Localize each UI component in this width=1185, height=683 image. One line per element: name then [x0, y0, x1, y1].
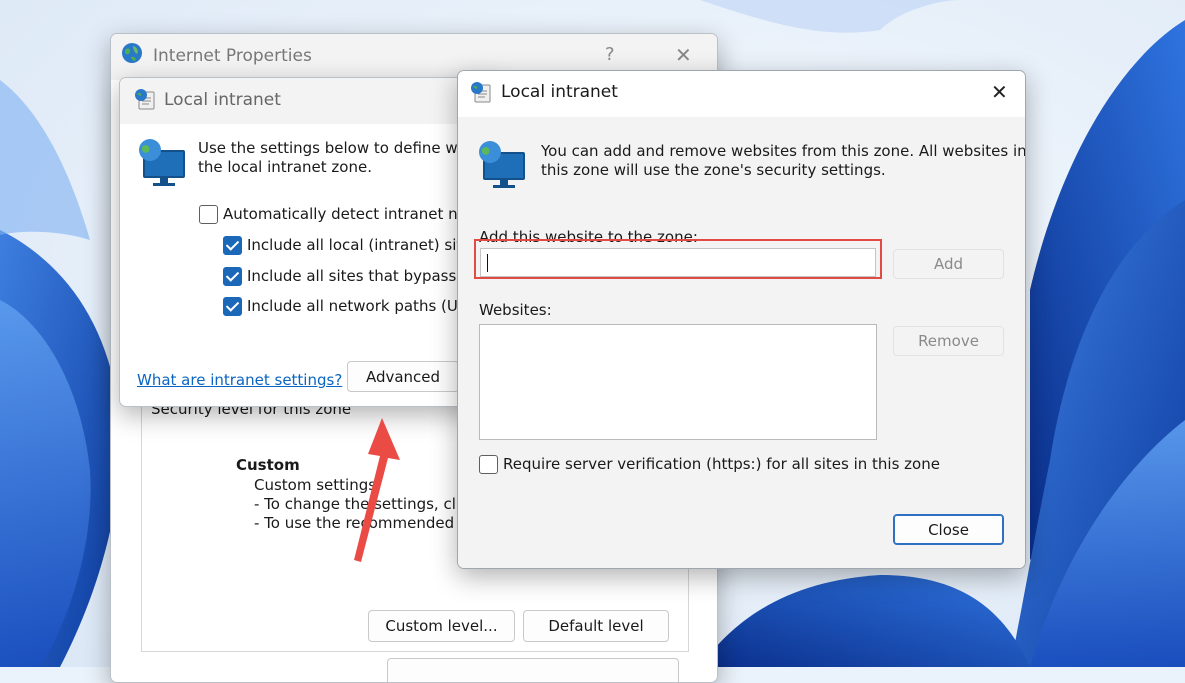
require-https-label: Require server verification (https:) for…	[503, 455, 940, 473]
advanced-button[interactable]: Advanced	[347, 361, 459, 392]
include-bypass-sites-checkbox[interactable]	[223, 267, 242, 286]
internet-properties-title: Internet Properties	[153, 46, 312, 66]
help-button[interactable]: ?	[605, 44, 615, 65]
sites-desc-line2: this zone will use the zone's security s…	[541, 161, 886, 179]
sites-dialog-title: Local intranet	[501, 82, 618, 102]
security-level-name: Custom	[236, 456, 300, 474]
local-intranet-sites-dialog: Local intranet ✕ You can add and remove …	[457, 70, 1026, 569]
include-network-paths-checkbox[interactable]	[223, 297, 242, 316]
close-icon[interactable]: ✕	[675, 43, 692, 67]
intranet-help-link[interactable]: What are intranet settings?	[137, 371, 342, 389]
sites-dialog-close-icon[interactable]: ✕	[991, 80, 1008, 104]
globe-monitor-icon	[479, 141, 525, 188]
include-network-paths-label: Include all network paths (UN	[247, 297, 470, 315]
highlight-box	[474, 239, 882, 279]
auto-detect-checkbox[interactable]	[199, 205, 218, 224]
default-level-button[interactable]: Default level	[523, 610, 669, 642]
intranet-desc-line1: Use the settings below to define whic	[198, 139, 480, 157]
auto-detect-label: Automatically detect intranet netw	[223, 205, 486, 223]
include-local-sites-label: Include all local (intranet) sites	[247, 236, 480, 254]
local-intranet-title: Local intranet	[164, 90, 281, 110]
sites-desc-line1: You can add and remove websites from thi…	[541, 142, 1026, 160]
websites-label: Websites:	[479, 301, 552, 319]
reset-all-zones-button[interactable]	[387, 658, 679, 682]
intranet-desc-line2: the local intranet zone.	[198, 158, 372, 176]
close-button[interactable]: Close	[893, 514, 1004, 545]
sites-dialog-titlebar: Local intranet ✕	[458, 71, 1025, 117]
include-bypass-sites-label: Include all sites that bypass th	[247, 267, 477, 285]
globe-monitor-icon	[139, 139, 185, 186]
custom-level-button[interactable]: Custom level...	[368, 610, 515, 642]
require-https-checkbox[interactable]	[479, 455, 498, 474]
local-intranet-settings-window: Local intranet Use the settings below to…	[119, 77, 499, 407]
remove-button[interactable]: Remove	[893, 326, 1004, 356]
add-button[interactable]: Add	[893, 249, 1004, 279]
include-local-sites-checkbox[interactable]	[223, 236, 242, 255]
globe-icon	[122, 43, 142, 63]
intranet-page-icon	[471, 82, 491, 103]
local-intranet-titlebar: Local intranet	[120, 78, 498, 124]
websites-list[interactable]	[479, 324, 877, 440]
intranet-page-icon	[135, 89, 155, 110]
annotation-arrow	[354, 418, 400, 562]
